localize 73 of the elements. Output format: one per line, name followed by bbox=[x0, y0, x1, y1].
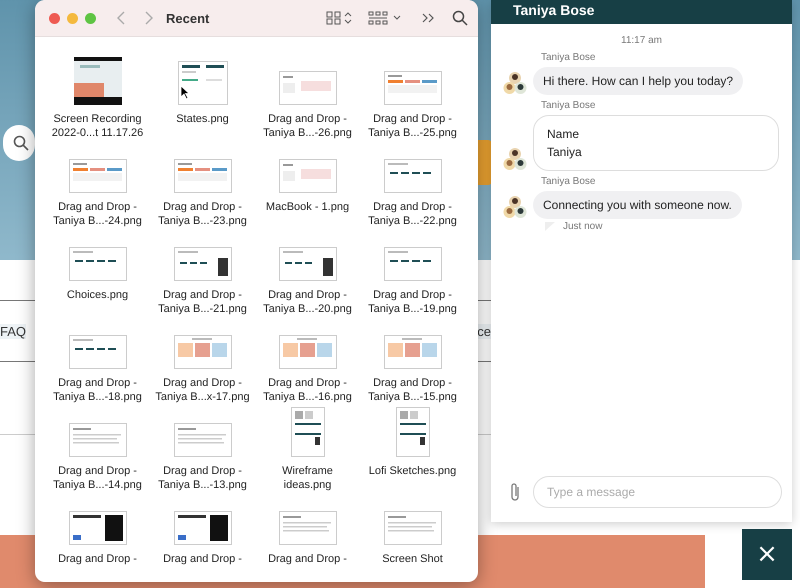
sender-name: Taniya Bose bbox=[541, 100, 596, 111]
file-item[interactable]: Screen Shot bbox=[360, 493, 465, 581]
document-thumbnail bbox=[68, 423, 126, 457]
document-thumbnail bbox=[278, 159, 336, 193]
file-item[interactable]: Drag and Drop - Taniya B...-16.png bbox=[255, 317, 360, 405]
document-thumbnail bbox=[278, 247, 336, 281]
file-item[interactable]: Choices.png bbox=[45, 229, 150, 317]
document-thumbnail bbox=[396, 407, 430, 457]
field-value: Taniya bbox=[547, 145, 583, 159]
document-thumbnail bbox=[290, 407, 324, 457]
file-item[interactable]: Drag and Drop - bbox=[45, 493, 150, 581]
file-item[interactable]: Drag and Drop - bbox=[255, 493, 360, 581]
file-item[interactable]: Drag and Drop - Taniya B...-24.png bbox=[45, 141, 150, 229]
file-item[interactable]: Lofi Sketches.png bbox=[360, 405, 465, 493]
nav-link[interactable]: ce bbox=[477, 324, 491, 338]
avatar-group-icon bbox=[503, 147, 527, 171]
search-field[interactable] bbox=[3, 125, 35, 161]
nav-link[interactable]: FAQ bbox=[0, 324, 26, 338]
file-item[interactable]: States.png bbox=[150, 53, 255, 141]
file-item[interactable]: Drag and Drop - Taniya B...-14.png bbox=[45, 405, 150, 493]
avatar-group-icon bbox=[503, 71, 527, 95]
document-thumbnail bbox=[278, 511, 336, 545]
file-item[interactable]: Drag and Drop - Taniya B...-23.png bbox=[150, 141, 255, 229]
file-item[interactable]: Wireframe ideas.png bbox=[255, 405, 360, 493]
document-thumbnail bbox=[278, 71, 336, 105]
document-thumbnail bbox=[68, 511, 126, 545]
chat-header: Taniya Bose bbox=[491, 0, 792, 24]
document-thumbnail bbox=[384, 159, 442, 193]
file-item[interactable]: Drag and Drop - Taniya B...-21.png bbox=[150, 229, 255, 317]
message-status: Just now bbox=[563, 221, 602, 232]
sender-name: Taniya Bose bbox=[541, 52, 596, 63]
timestamp: 11:17 am bbox=[621, 35, 662, 46]
file-item[interactable]: Drag and Drop - Taniya B...-25.png bbox=[360, 53, 465, 141]
document-thumbnail bbox=[278, 335, 336, 369]
document-thumbnail bbox=[384, 71, 442, 105]
file-item[interactable]: Drag and Drop - Taniya B...-13.png bbox=[150, 405, 255, 493]
field-label: Name bbox=[547, 127, 580, 141]
document-thumbnail bbox=[384, 335, 442, 369]
document-thumbnail bbox=[68, 335, 126, 369]
file-item[interactable]: Drag and Drop - Taniya B...x-17.png bbox=[150, 317, 255, 405]
video-thumbnail bbox=[74, 57, 122, 105]
file-item[interactable]: Drag and Drop - Taniya B...-19.png bbox=[360, 229, 465, 317]
avatar-group-icon bbox=[503, 195, 527, 219]
document-thumbnail bbox=[384, 511, 442, 545]
paperclip-icon[interactable] bbox=[509, 482, 521, 502]
sender-name: Taniya Bose bbox=[541, 176, 596, 187]
document-thumbnail bbox=[174, 159, 232, 193]
file-item[interactable]: Drag and Drop - Taniya B...-15.png bbox=[360, 317, 465, 405]
file-item[interactable]: Drag and Drop - Taniya B...-20.png bbox=[255, 229, 360, 317]
window-title: Recent bbox=[166, 10, 210, 26]
search-icon bbox=[13, 135, 29, 151]
document-thumbnail bbox=[174, 247, 232, 281]
document-thumbnail bbox=[174, 335, 232, 369]
document-thumbnail bbox=[174, 423, 232, 457]
document-thumbnail bbox=[174, 511, 232, 545]
search-icon[interactable] bbox=[452, 10, 468, 26]
document-thumbnail bbox=[384, 247, 442, 281]
file-item[interactable]: Drag and Drop - Taniya B...-18.png bbox=[45, 317, 150, 405]
file-item[interactable]: Drag and Drop - Taniya B...-26.png bbox=[255, 53, 360, 141]
file-item[interactable]: Drag and Drop - Taniya B...-22.png bbox=[360, 141, 465, 229]
document-thumbnail bbox=[68, 159, 126, 193]
document-thumbnail bbox=[178, 61, 228, 105]
file-item[interactable]: MacBook - 1.png bbox=[255, 141, 360, 229]
file-item[interactable]: Screen Recording 2022-0...t 11.17.26 bbox=[45, 53, 150, 141]
message-bubble: Hi there. How can I help you today? bbox=[533, 67, 744, 95]
grid-view-icon[interactable] bbox=[326, 10, 352, 26]
message-bubble: Connecting you with someone now. bbox=[533, 191, 742, 219]
close-button[interactable] bbox=[49, 12, 60, 24]
cursor-icon bbox=[180, 85, 190, 100]
message-input[interactable]: Type a message bbox=[533, 476, 782, 508]
close-chat-button[interactable]: × bbox=[742, 529, 792, 580]
document-thumbnail bbox=[68, 247, 126, 281]
file-item[interactable]: Drag and Drop - bbox=[150, 493, 255, 581]
